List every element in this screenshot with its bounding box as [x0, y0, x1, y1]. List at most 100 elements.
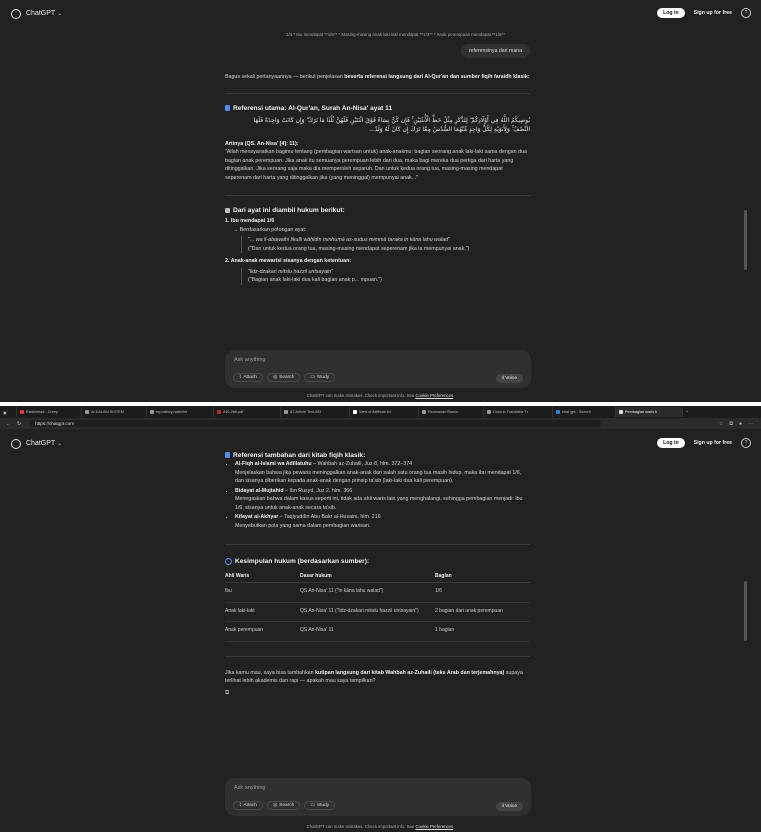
chat-window-top: ChatGPT ⌄ Log in Sign up for free ? 1/4 *…	[0, 0, 761, 402]
globe-icon: ◎	[272, 375, 278, 380]
star-icon[interactable]: ☆	[719, 421, 723, 427]
cookie-preferences-link[interactable]: Cookie Preferences	[415, 393, 453, 398]
extensions-icon[interactable]: ⧉	[729, 421, 733, 427]
item-2-quote-translation: ("Bagian anak laki-laki dua kali bagian …	[248, 277, 382, 283]
closing-text: Jika kamu mau, saya bisa tambahkan kutip…	[225, 669, 523, 685]
derived-heading: Dari ayat ini diambil hukum berikut:	[225, 206, 530, 215]
book-open-icon: ▭	[310, 803, 315, 808]
help-icon[interactable]: ?	[741, 8, 751, 18]
attach-button[interactable]: ⌇ Attach	[233, 801, 263, 810]
disclaimer: ChatGPT can make mistakes. Check importa…	[306, 393, 455, 398]
arabic-verse-line-1: يُوصِيكُمُ اللَّهُ فِي أَوْلَادِكُمْ ۖ ل…	[253, 116, 530, 124]
url-input[interactable]: https://chatgpt.com	[29, 420, 602, 427]
summary-table: Ahli Waris Dasar hukum Bagian Ibu QS An-…	[225, 570, 530, 642]
model-switcher[interactable]: ChatGPT ⌄	[26, 440, 62, 447]
item-2-quote: "lidz-dzakari mitslu ḥazzil untsayain" (…	[241, 267, 530, 285]
voice-button[interactable]: ıl Voice	[495, 374, 523, 383]
table-cell: Anak laki-laki	[225, 602, 300, 622]
voice-button[interactable]: ıl Voice	[495, 802, 523, 811]
study-button[interactable]: ▭ Study	[304, 373, 336, 382]
chatgpt-logo-icon	[11, 9, 21, 19]
composer-input[interactable]: Ask anything	[234, 785, 266, 791]
address-bar: ← ↻ https://chatgpt.com ☆ ⧉ ● ⋯	[0, 418, 761, 429]
table-cell: Anak perempuan	[225, 621, 300, 642]
translation-title: Artinya (QS. An-Nisa' [4]: 11):	[225, 140, 299, 147]
composer[interactable]: Ask anything ⌇ Attach ◎ Search ▭ Study ıl V…	[225, 778, 531, 816]
tab-5[interactable]: 87-Article Text-981	[281, 407, 350, 417]
page-icon	[487, 410, 491, 414]
item-1-title: 1. Ibu mendapat 1/6	[225, 218, 275, 224]
scales-icon	[225, 207, 230, 213]
refs-heading: Referensi tambahan dari kitab fiqih klas…	[225, 451, 530, 460]
table-row: Anak laki-laki QS An-Nisa' 11 ("lidz-dza…	[225, 602, 530, 622]
refresh-icon[interactable]: ↻	[17, 421, 21, 427]
login-button[interactable]: Log in	[657, 8, 685, 18]
list-item: Kifayat al-Akhyar – Taqiyuddin Abu Bakr …	[235, 513, 530, 530]
book-icon	[225, 104, 230, 111]
table-cell: 1/6	[435, 582, 530, 603]
page-icon	[422, 410, 426, 414]
list-item: Bidayat al-Mujtahid – Ibn Rusyd, Juz 2, …	[235, 487, 530, 513]
study-button[interactable]: ▭ Study	[304, 801, 336, 810]
search-icon	[556, 410, 560, 414]
divider	[225, 195, 530, 196]
tab-2[interactable]: AI DALAM SISTEM	[82, 407, 147, 417]
table-cell: QS An-Nisa' 11 ("lidz-dzakari mitslu ḥaz…	[300, 602, 435, 622]
table-cell: 2 bagian dari anak perempuan	[435, 602, 530, 622]
browser-window: ▣ Radiohead - Creep AI DALAM SISTEM repo…	[0, 406, 761, 832]
tab-1[interactable]: Radiohead - Creep	[17, 407, 82, 417]
tab-strip: ▣ Radiohead - Creep AI DALAM SISTEM repo…	[0, 406, 761, 418]
attach-button[interactable]: ⌇ Attach	[233, 373, 263, 382]
item-1-quote: "... wa li-abawaihi likulli wāḥidin minh…	[241, 236, 530, 253]
search-button[interactable]: ◎ Search	[266, 373, 301, 382]
ref-heading: Referensi utama: Al-Qur'an, Surah An-Nis…	[225, 104, 530, 113]
page-icon	[284, 410, 288, 414]
table-cell: 1 bagian	[435, 621, 530, 642]
refs-list: Al-Fiqh al-Islami wa Adillatuhu – Wahbah…	[225, 460, 530, 530]
tab-10-active[interactable]: Pembagian waris h	[616, 407, 683, 417]
item-1-arrow: → Berdasarkan potongan ayat:	[233, 226, 307, 233]
tab-6[interactable]: View of Artificial Int	[350, 407, 419, 417]
prior-message-tail: 1/4 * Ibu mendapat **1/6** * Masing-masi…	[286, 32, 505, 37]
tab-4[interactable]: 240-266.pdf	[214, 407, 281, 417]
model-switcher[interactable]: ChatGPT ⌄	[26, 10, 62, 17]
chevron-down-icon: ⌄	[57, 10, 63, 17]
chatgpt-logo-icon	[11, 439, 21, 449]
composer-input[interactable]: Ask anything	[234, 357, 266, 363]
divider	[225, 655, 530, 657]
table-cell: QS An-Nisa' 11 ("in kāna lahu walad")	[300, 582, 435, 603]
help-icon[interactable]: ?	[741, 438, 751, 448]
assistant-message-continued: Referensi tambahan dari kitab fiqih klas…	[225, 451, 530, 697]
item-2-title: 2. Anak-anak mewarisi sisanya dengan ket…	[225, 258, 352, 264]
table-header: Bagian	[435, 570, 530, 583]
item-2-quote-arabic: "lidz-dzakari mitslu ḥazzil untsayain"	[248, 268, 334, 275]
list-item: Al-Fiqh al-Islami wa Adillatuhu – Wahbah…	[235, 460, 530, 486]
scrollbar-thumb[interactable]	[744, 581, 747, 641]
paperclip-icon: ⌇	[239, 803, 242, 808]
back-icon[interactable]: ←	[6, 421, 11, 427]
intro-text: Bagus sekali pertanyaannya — berikut pen…	[225, 74, 530, 80]
login-button[interactable]: Log in	[657, 438, 685, 448]
table-cell: Ibu	[225, 582, 300, 603]
chatgpt-logo-icon	[619, 410, 623, 414]
item-1-quote-translation: ("Dan untuk kedua orang tua, masing-masi…	[248, 245, 470, 252]
copy-icon[interactable]: ⧉	[225, 690, 530, 697]
cookie-preferences-link[interactable]: Cookie Preferences	[415, 824, 453, 829]
scrollbar-thumb[interactable]	[744, 210, 747, 270]
book-icon	[225, 452, 230, 459]
search-button[interactable]: ◎ Search	[266, 801, 301, 810]
tab-7[interactable]: Keamanan Banke	[419, 407, 484, 417]
profile-icon[interactable]: ●	[739, 421, 742, 427]
signup-button[interactable]: Sign up for free	[691, 8, 735, 18]
tab-9[interactable]: chat gpt - Search	[553, 407, 616, 417]
signup-button[interactable]: Sign up for free	[691, 438, 735, 448]
window-menu-icon[interactable]: ▣	[0, 407, 17, 417]
magnifier-icon	[225, 557, 232, 565]
new-tab-icon[interactable]: +	[683, 407, 699, 417]
more-icon[interactable]: ⋯	[748, 421, 753, 427]
header: ChatGPT ⌄ Log in Sign up for free ?	[0, 0, 761, 26]
tab-3[interactable]: repository.radenint	[147, 407, 214, 417]
tab-8[interactable]: Draw.io Translator Tr	[484, 407, 553, 417]
composer[interactable]: Ask anything ⌇ Attach ◎ Search ▭ Study ıl V…	[225, 350, 531, 388]
youtube-icon	[20, 410, 24, 414]
